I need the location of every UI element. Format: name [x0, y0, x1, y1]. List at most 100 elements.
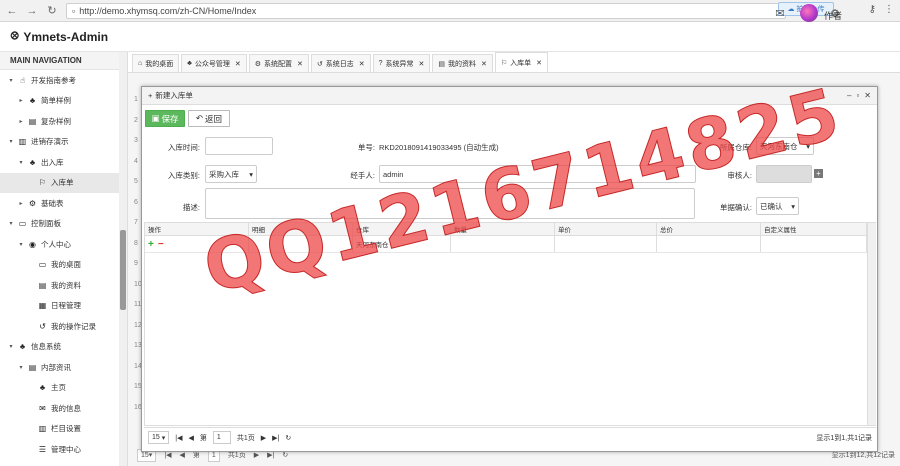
sidebar: MAIN NAVIGATION ▾ ☝ 开发指南参考 ▸ ♣ 简单样例 ▸ ▤ 复杂样例 ▾ ▥ 进销… — [0, 52, 128, 466]
sidebar-item[interactable]: ▭ 我的桌面 — [0, 255, 127, 276]
tab-icon: ⌂ — [138, 60, 143, 67]
refresh-icon[interactable]: ↻ — [285, 434, 291, 442]
caret-icon: ▾ — [9, 221, 13, 228]
menu-item-icon: ♣ — [29, 157, 36, 167]
save-button[interactable]: ▣ 保存 — [145, 110, 185, 127]
menu-item-icon: ♣ — [29, 96, 36, 106]
caret-icon: ▸ — [19, 98, 23, 105]
caret-icon: ▾ — [9, 77, 13, 84]
avatar[interactable] — [800, 4, 818, 22]
app-title: Ymnets-Admin — [23, 29, 109, 44]
first-page-icon[interactable]: |◀ — [164, 451, 171, 459]
grid-column-header[interactable]: 总价 — [657, 223, 761, 235]
sidebar-item[interactable]: ▾ ◉ 个人中心 — [0, 234, 127, 255]
sidebar-item[interactable]: ☰ 管理中心 — [0, 439, 127, 460]
grid-column-header[interactable]: 单价 — [555, 223, 657, 235]
tab[interactable]: ⌂ 我的桌面 — [132, 54, 180, 72]
sidebar-item[interactable]: ▾ ☝ 开发指南参考 — [0, 70, 127, 91]
next-page-icon[interactable]: ▶ — [254, 451, 259, 459]
sidebar-scroll-thumb[interactable] — [120, 230, 126, 310]
sidebar-item-label: 控制面板 — [31, 219, 61, 229]
minimize-icon[interactable]: – — [847, 91, 851, 100]
tab-close-icon[interactable]: ✕ — [419, 60, 425, 68]
grid-cell[interactable] — [555, 236, 657, 252]
sidebar-item[interactable]: ▥ 栏目设置 — [0, 419, 127, 440]
tab[interactable]: ? 系统异常 ✕ — [372, 54, 431, 72]
sidebar-item[interactable]: ▾ ♣ 出入库 — [0, 152, 127, 173]
add-auditor-icon[interactable]: + — [814, 169, 823, 178]
tab[interactable]: ▤ 我的资料 ✕ — [432, 54, 493, 72]
grid-column-header[interactable]: 自定义属性 — [761, 223, 867, 235]
sidebar-item[interactable]: ▾ ▥ 进销存演示 — [0, 132, 127, 153]
plus-icon: + — [148, 91, 153, 100]
sidebar-item-label: 我的桌面 — [51, 260, 81, 270]
prev-page-icon[interactable]: ◀ — [188, 434, 193, 442]
tab-label: 系统日志 — [325, 60, 354, 68]
menu-item-icon: ▤ — [28, 362, 37, 372]
last-page-icon[interactable]: ▶| — [267, 451, 274, 459]
sidebar-item[interactable]: ▸ ♣ 简单样例 — [0, 91, 127, 112]
sidebar-item[interactable]: ⚐ 入库单 — [0, 172, 127, 193]
dialog-title: 新建入库单 — [155, 91, 193, 100]
sidebar-item[interactable]: ▸ ▤ 复杂样例 — [0, 111, 127, 132]
date-input[interactable] — [205, 137, 273, 155]
sidebar-item[interactable]: ▾ ▤ 内部资讯 — [0, 357, 127, 378]
tab-close-icon[interactable]: ✕ — [359, 60, 365, 68]
caret-icon: ▸ — [19, 200, 23, 207]
first-page-icon[interactable]: |◀ — [175, 434, 182, 442]
sidebar-item[interactable]: ▦ 日程管理 — [0, 296, 127, 317]
page-size-select[interactable]: 15 ▾ — [148, 431, 170, 444]
type-select[interactable]: 采购入库 ▾ — [205, 165, 257, 183]
sidebar-item[interactable]: ↺ 我的操作记录 — [0, 316, 127, 337]
prev-page-icon[interactable]: ◀ — [180, 451, 185, 459]
reload-icon[interactable]: ↻ — [46, 4, 58, 17]
confirm-select[interactable]: 已确认 ▾ — [756, 197, 799, 215]
back-arrow-icon[interactable]: ← — [6, 5, 18, 17]
logo-icon: ꕕ — [10, 29, 20, 43]
sidebar-item[interactable]: ▤ 我的资料 — [0, 275, 127, 296]
sidebar-item[interactable]: ▸ ⚙ 基础表 — [0, 193, 127, 214]
sidebar-item-label: 主页 — [51, 383, 66, 393]
chevron-down-icon: ▾ — [249, 169, 253, 179]
tab-close-icon[interactable]: ✕ — [235, 60, 241, 68]
caret-icon: ▸ — [19, 118, 23, 125]
app-logo[interactable]: ꕕ Ymnets-Admin — [0, 29, 128, 44]
grid-scrollbar[interactable] — [867, 223, 876, 425]
sidebar-item[interactable]: ▾ ♣ 信息系统 — [0, 337, 127, 358]
sidebar-item-label: 复杂样例 — [41, 116, 71, 126]
maximize-icon[interactable]: ▫ — [856, 91, 859, 100]
tab-icon: ▤ — [438, 60, 446, 68]
menu-dots-icon[interactable]: ⋮ — [884, 4, 894, 15]
tab[interactable]: ⚐ 入库单 ✕ — [494, 52, 549, 72]
address-bar[interactable]: ▫ http://demo.xhymsq.com/zh-CN/Home/Inde… — [66, 2, 786, 19]
sidebar-item[interactable]: ✉ 我的信息 — [0, 398, 127, 419]
tab[interactable]: ↺ 系统日志 ✕ — [310, 54, 371, 72]
grid-cell[interactable] — [761, 236, 867, 252]
tab-bar: ⌂ 我的桌面 ♣ 公众号管理 ✕ ⚙ 系统配置 ✕ ↺ 系统日志 ✕? 系统异常 ✕ ▤ 我的资料 ✕ ⚐ 入库单… — [128, 52, 900, 73]
menu-item-icon: ▤ — [28, 116, 37, 126]
next-page-icon[interactable]: ▶ — [261, 434, 266, 442]
tab[interactable]: ⚙ 系统配置 ✕ — [248, 54, 309, 72]
remove-row-icon[interactable]: − — [158, 239, 164, 250]
tab-close-icon[interactable]: ✕ — [481, 60, 487, 68]
user-name[interactable]: 作者 — [824, 9, 842, 22]
sidebar-item[interactable]: ▾ ▭ 控制面板 — [0, 214, 127, 235]
menu-item-icon: ♣ — [19, 342, 26, 352]
forward-arrow-icon[interactable]: → — [26, 5, 38, 17]
caret-icon: ▾ — [19, 364, 23, 371]
page-input[interactable]: 1 — [212, 431, 231, 444]
key-icon[interactable]: ⚷ — [869, 4, 876, 15]
tab-close-icon[interactable]: ✕ — [297, 60, 303, 68]
last-page-icon[interactable]: ▶| — [272, 434, 279, 442]
tab-close-icon[interactable]: ✕ — [536, 59, 542, 67]
menu-item-icon: ↺ — [39, 321, 46, 331]
back-button[interactable]: ↶ 返回 — [188, 110, 230, 127]
grid-cell[interactable] — [657, 236, 761, 252]
mail-icon[interactable]: ✉ — [775, 7, 784, 20]
add-row-icon[interactable]: + — [148, 239, 154, 250]
close-icon[interactable]: ✕ — [864, 91, 871, 100]
tab-label: 我的资料 — [448, 60, 477, 68]
tab[interactable]: ♣ 公众号管理 ✕ — [181, 54, 247, 72]
sidebar-item[interactable]: ♣ 主页 — [0, 378, 127, 399]
refresh-icon[interactable]: ↻ — [282, 451, 288, 459]
